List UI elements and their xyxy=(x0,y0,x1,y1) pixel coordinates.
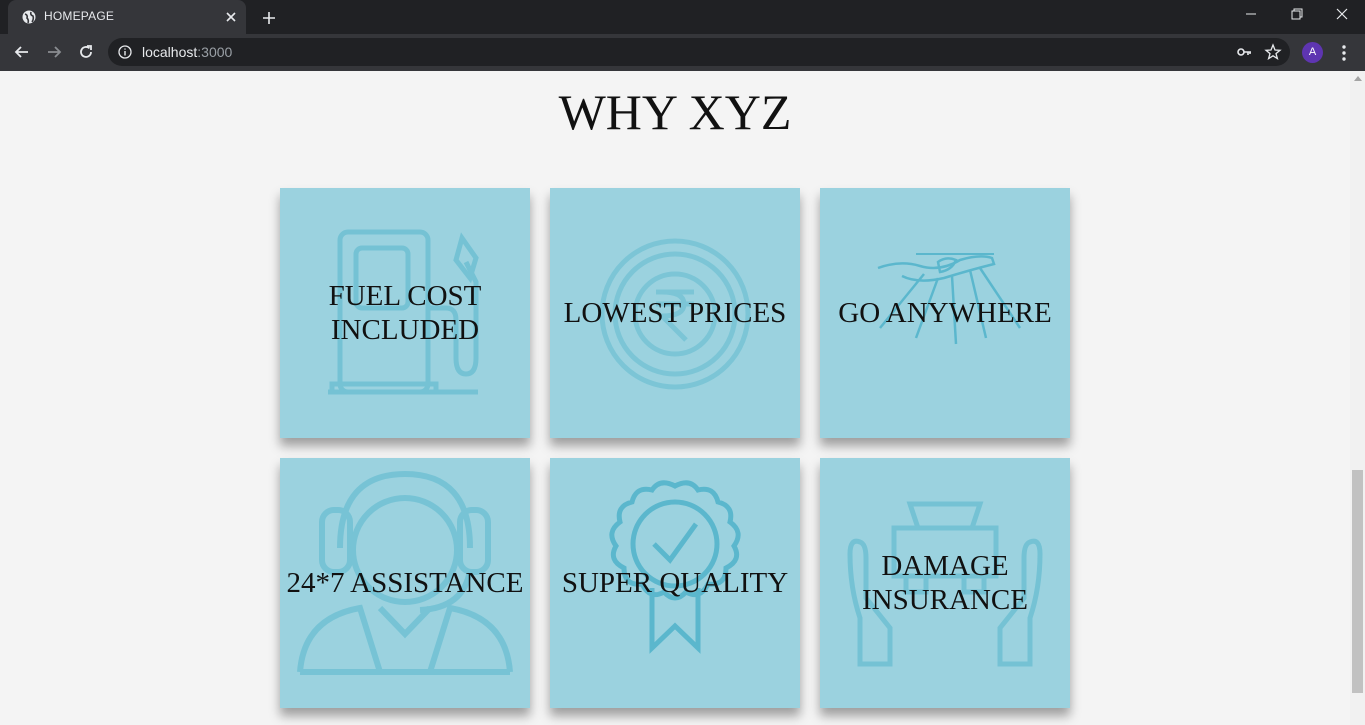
kebab-menu-icon[interactable] xyxy=(1336,43,1352,63)
card-label: 24*7 ASSISTANCE xyxy=(286,567,524,599)
section-heading: WHY XYZ xyxy=(558,84,792,140)
info-icon[interactable] xyxy=(118,45,132,59)
tab-title: HOMEPAGE xyxy=(44,9,115,23)
browser-tab[interactable]: HOMEPAGE xyxy=(8,0,246,34)
feature-card-prices[interactable]: LOWEST PRICES xyxy=(550,188,800,438)
feature-card-insurance[interactable]: DAMAGE INSURANCE xyxy=(820,458,1070,708)
close-window-icon[interactable] xyxy=(1319,0,1365,30)
feature-card-anywhere[interactable]: GO ANYWHERE xyxy=(820,188,1070,438)
new-tab-icon[interactable] xyxy=(260,9,278,27)
browser-title-bar: HOMEPAGE xyxy=(0,0,1365,34)
browser-toolbar: localhost:3000 A xyxy=(0,34,1365,71)
card-label: LOWEST PRICES xyxy=(563,297,787,329)
globe-icon xyxy=(22,10,36,24)
key-icon[interactable] xyxy=(1236,44,1252,60)
profile-avatar[interactable]: A xyxy=(1302,42,1323,63)
bookmark-star-icon[interactable] xyxy=(1264,43,1282,61)
feature-card-assistance[interactable]: 24*7 ASSISTANCE xyxy=(280,458,530,708)
page-viewport: WHY XYZ FUEL COST INCLUDED LOWEST PRICES xyxy=(0,71,1350,725)
card-label: GO ANYWHERE xyxy=(838,297,1052,329)
forward-arrow-icon[interactable] xyxy=(44,42,64,62)
scrollbar-thumb[interactable] xyxy=(1352,470,1363,693)
card-label: FUEL COST INCLUDED xyxy=(328,280,482,346)
address-bar[interactable]: localhost:3000 xyxy=(108,38,1290,66)
close-tab-icon[interactable] xyxy=(224,10,238,24)
feature-card-fuel[interactable]: FUEL COST INCLUDED xyxy=(280,188,530,438)
url-text[interactable]: localhost:3000 xyxy=(142,44,232,60)
minimize-icon[interactable] xyxy=(1228,0,1274,30)
reload-icon[interactable] xyxy=(76,42,96,62)
scroll-up-arrow-icon[interactable] xyxy=(1354,76,1362,81)
restore-icon[interactable] xyxy=(1274,0,1320,30)
vertical-scrollbar[interactable] xyxy=(1350,71,1365,725)
feature-card-quality[interactable]: SUPER QUALITY xyxy=(550,458,800,708)
card-label: DAMAGE INSURANCE xyxy=(862,550,1028,616)
back-arrow-icon[interactable] xyxy=(12,42,32,62)
card-label: SUPER QUALITY xyxy=(561,567,789,599)
